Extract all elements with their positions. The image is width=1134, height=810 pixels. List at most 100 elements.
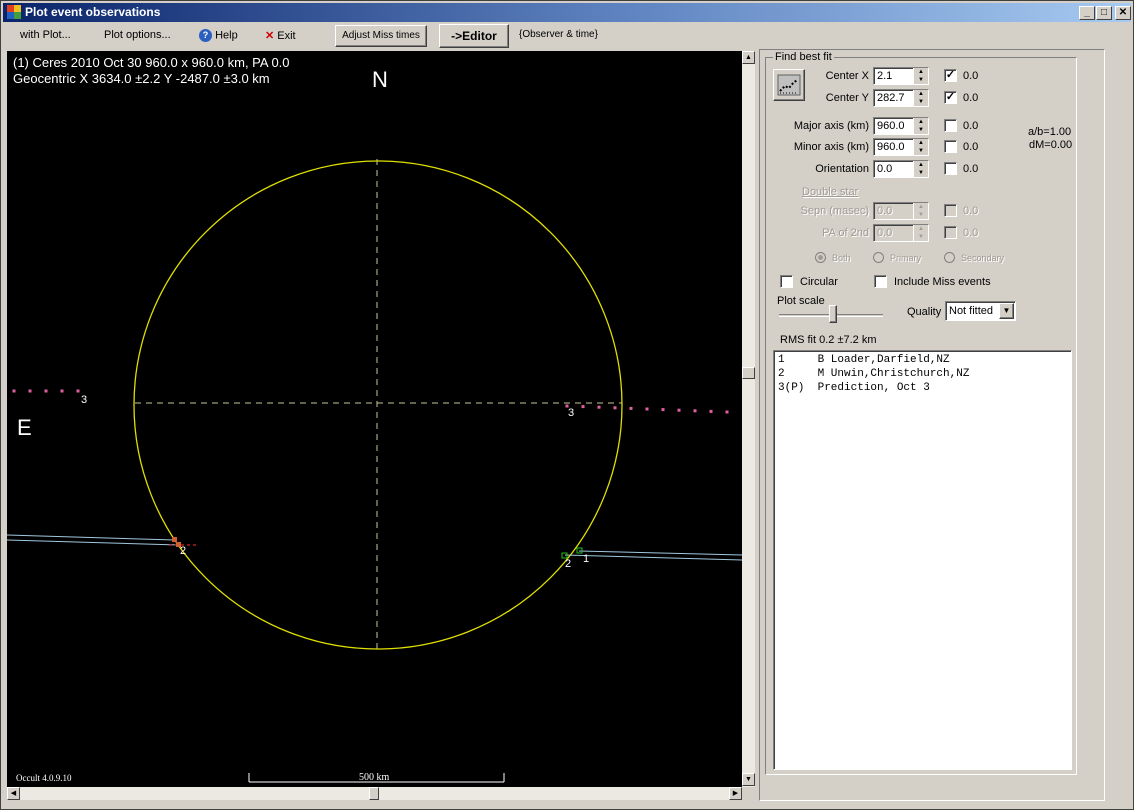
radio-both-label: Both	[832, 253, 851, 263]
plot-canvas[interactable]: (1) Ceres 2010 Oct 30 960.0 x 960.0 km, …	[7, 51, 742, 787]
center-y-checkbox[interactable]: ✓	[944, 91, 957, 104]
radio-primary[interactable]	[873, 252, 884, 263]
minor-axis-checkbox[interactable]	[944, 140, 957, 153]
disappear-marker-1	[172, 537, 177, 542]
version-label: Occult 4.0.9.10	[16, 773, 72, 783]
quality-label: Quality	[907, 306, 942, 318]
list-item[interactable]: 2 M Unwin,Christchurch,NZ	[778, 368, 1071, 382]
menu-plot-options[interactable]: Plot options...	[104, 29, 171, 41]
pa-second-input[interactable]: 0.0 ▲ ▼	[873, 224, 929, 242]
plot-event-window: Plot event observations _ □ ✕ with Plot.…	[0, 0, 1134, 810]
plot-header-line2: Geocentric X 3634.0 ±2.2 Y -2487.0 ±3.0 …	[13, 71, 270, 86]
scroll-up-button[interactable]: ▲	[742, 51, 755, 64]
prediction-dot	[76, 389, 80, 393]
horizontal-scroll-thumb[interactable]	[369, 787, 379, 800]
prediction-line-left	[12, 389, 80, 393]
orientation-label: Orientation	[815, 163, 869, 175]
pa-second-spinner[interactable]: ▲ ▼	[913, 225, 928, 241]
minor-axis-input[interactable]: 960.0 ▲ ▼	[873, 138, 929, 156]
prediction-dot	[709, 409, 713, 413]
orientation-checkbox[interactable]	[944, 162, 957, 175]
major-axis-checkbox[interactable]	[944, 119, 957, 132]
observer-list[interactable]: 1 B Loader,Darfield,NZ 2 M Unwin,Christc…	[773, 350, 1072, 770]
find-best-fit-label: Find best fit	[773, 51, 834, 63]
separation-checkbox[interactable]	[944, 204, 957, 217]
center-y-spinner[interactable]: ▲ ▼	[913, 90, 928, 106]
prediction-dot	[613, 406, 617, 410]
center-x-spinner[interactable]: ▲ ▼	[913, 68, 928, 84]
app-icon	[7, 5, 21, 19]
pa-second-result: 0.0	[963, 227, 979, 239]
plot-scale-label: Plot scale	[777, 295, 825, 307]
minimize-button[interactable]: _	[1079, 6, 1095, 20]
plot-scale-thumb[interactable]	[829, 305, 837, 323]
menu-bar: with Plot... Plot options... ? Help ✕ Ex…	[3, 23, 1131, 49]
list-item[interactable]: 1 B Loader,Darfield,NZ	[778, 354, 1071, 368]
center-y-input[interactable]: 282.7 ▲ ▼	[873, 89, 929, 107]
quality-select[interactable]: Not fitted ▼	[945, 301, 1016, 321]
prediction-dot	[629, 406, 633, 410]
horizontal-scrollbar[interactable]: ◀ ▶	[7, 787, 742, 800]
orientation-input[interactable]: 0.0 ▲ ▼	[873, 160, 929, 178]
quality-dropdown-arrow[interactable]: ▼	[999, 303, 1014, 319]
rms-fit-label: RMS fit 0.2 ±7.2 km	[780, 334, 877, 346]
chord-right-2	[564, 554, 742, 561]
minor-axis-result: 0.0	[963, 141, 979, 153]
prediction-dot	[60, 389, 64, 393]
close-button[interactable]: ✕	[1115, 6, 1131, 20]
plot-graphics	[7, 159, 742, 783]
prediction-label-left: 3	[81, 394, 88, 406]
menu-help[interactable]: ? Help	[199, 29, 238, 42]
separation-input[interactable]: 0.0 ▲ ▼	[873, 202, 929, 220]
include-miss-checkbox[interactable]	[874, 275, 887, 288]
prediction-line-right	[565, 404, 729, 414]
prediction-dot	[725, 410, 729, 414]
prediction-dot	[12, 389, 16, 393]
separation-label: Sepn (masec)	[800, 205, 869, 217]
observer-time-label: {Observer & time}	[519, 29, 598, 40]
pa-second-checkbox[interactable]	[944, 226, 957, 239]
prediction-dot	[693, 409, 697, 413]
center-y-label: Center Y	[825, 92, 869, 104]
observer-label-2-right: 2	[565, 558, 572, 570]
prediction-dot	[44, 389, 48, 393]
vertical-scrollbar[interactable]: ▲ ▼	[742, 51, 755, 787]
circular-label: Circular	[800, 276, 838, 288]
asteroid-limb	[133, 160, 623, 650]
separation-spinner[interactable]: ▲ ▼	[913, 203, 928, 219]
prediction-dot	[661, 408, 665, 412]
major-axis-input[interactable]: 960.0 ▲ ▼	[873, 117, 929, 135]
scroll-left-button[interactable]: ◀	[7, 787, 20, 800]
center-y-result: 0.0	[963, 92, 979, 104]
prediction-dot	[581, 405, 585, 409]
circular-checkbox[interactable]	[780, 275, 793, 288]
chord-left-2	[7, 539, 180, 546]
center-x-label: Center X	[825, 70, 869, 82]
minor-axis-label: Minor axis (km)	[793, 141, 869, 153]
title-bar: Plot event observations _ □ ✕	[3, 3, 1131, 22]
separation-result: 0.0	[963, 205, 979, 217]
editor-button[interactable]: ->Editor	[439, 24, 509, 48]
menu-with-plot[interactable]: with Plot...	[20, 29, 71, 41]
adjust-miss-times-button[interactable]: Adjust Miss times	[335, 25, 427, 47]
scroll-right-button[interactable]: ▶	[729, 787, 742, 800]
scroll-down-button[interactable]: ▼	[742, 773, 755, 786]
reappear-marker-1	[576, 547, 583, 554]
prediction-dot	[28, 389, 32, 393]
radio-both[interactable]	[815, 252, 826, 263]
major-axis-spinner[interactable]: ▲ ▼	[913, 118, 928, 134]
radio-primary-label: Primary	[890, 253, 921, 263]
radio-secondary[interactable]	[944, 252, 955, 263]
prediction-dot	[677, 408, 681, 412]
orientation-result: 0.0	[963, 163, 979, 175]
plot-header-line1: (1) Ceres 2010 Oct 30 960.0 x 960.0 km, …	[13, 55, 290, 70]
minor-axis-spinner[interactable]: ▲ ▼	[913, 139, 928, 155]
menu-exit[interactable]: ✕ Exit	[265, 29, 296, 42]
orientation-spinner[interactable]: ▲ ▼	[913, 161, 928, 177]
axis-ratio-label: a/b=1.00	[1028, 126, 1072, 138]
maximize-button[interactable]: □	[1096, 6, 1112, 20]
list-item[interactable]: 3(P) Prediction, Oct 3	[778, 382, 1071, 396]
center-x-checkbox[interactable]: ✓	[944, 69, 957, 82]
vertical-scroll-thumb[interactable]	[742, 367, 755, 379]
center-x-input[interactable]: 2.1 ▲ ▼	[873, 67, 929, 85]
